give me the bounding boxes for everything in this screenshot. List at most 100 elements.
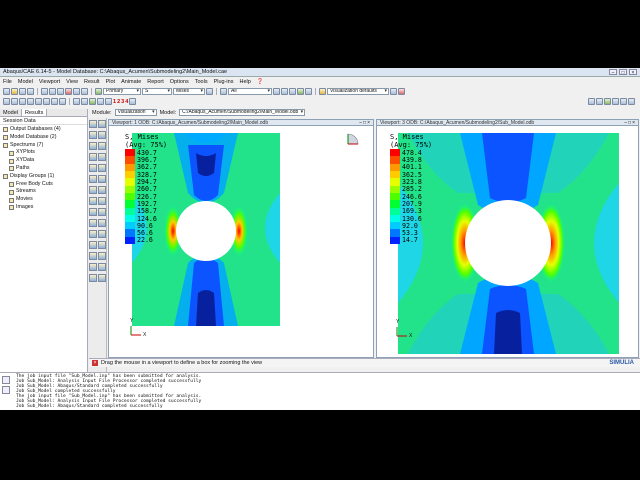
hidden-line-icon[interactable] <box>289 88 296 95</box>
plot-contours-icon[interactable] <box>89 131 97 139</box>
animation-options-icon[interactable] <box>628 98 635 105</box>
arrow-annotation-icon[interactable] <box>98 274 106 282</box>
step-number[interactable]: 3 <box>121 99 124 105</box>
color-edit-icon[interactable] <box>398 88 405 95</box>
save-icon[interactable] <box>19 88 26 95</box>
display-group-icon[interactable] <box>98 197 106 205</box>
iso-view-icon[interactable] <box>59 98 66 105</box>
step-first-icon[interactable] <box>105 98 112 105</box>
auto-fit-icon[interactable] <box>73 88 80 95</box>
visualization-defaults-select[interactable]: Visualization defaults <box>327 88 389 95</box>
viewport-1-controls[interactable]: –□× <box>359 120 371 126</box>
symbol-options-icon[interactable] <box>89 175 97 183</box>
text-annotation-icon[interactable] <box>89 274 97 282</box>
options-icon[interactable] <box>97 98 104 105</box>
render-style-icon[interactable] <box>273 88 280 95</box>
menu-view[interactable]: View <box>66 79 78 85</box>
tab-results[interactable]: Results <box>21 109 48 116</box>
menu-model[interactable]: Model <box>18 79 33 85</box>
tree-item[interactable]: Model Database (2) <box>3 134 87 142</box>
open-icon[interactable] <box>11 88 18 95</box>
create-field-output-icon[interactable] <box>98 241 106 249</box>
session-data-select[interactable]: Session Data <box>0 117 87 125</box>
view-cube-icon[interactable] <box>346 130 362 146</box>
free-body-cut-icon[interactable] <box>89 230 97 238</box>
tree-item[interactable]: Output Databases (4) <box>3 126 87 134</box>
query-icon[interactable] <box>89 208 97 216</box>
animate-icon[interactable] <box>89 153 97 161</box>
menu-tools[interactable]: Tools <box>195 79 208 85</box>
selection-filter-select[interactable]: All <box>228 88 272 95</box>
back-view-icon[interactable] <box>43 98 50 105</box>
step-number[interactable]: 4 <box>125 99 128 105</box>
menu-report[interactable]: Report <box>147 79 164 85</box>
field-output-icon[interactable] <box>95 88 102 95</box>
tree-item[interactable]: Paths <box>3 165 87 173</box>
select-filter-icon[interactable] <box>220 88 227 95</box>
tree-item[interactable]: Free Body Cuts <box>3 181 87 189</box>
front-view-icon[interactable] <box>35 98 42 105</box>
xy-plot-icon[interactable] <box>98 186 106 194</box>
tree-item[interactable]: Streams <box>3 188 87 196</box>
allow-multiple-plot-states-icon[interactable] <box>98 142 106 150</box>
message-area-icon[interactable] <box>2 376 10 384</box>
menu-file[interactable]: File <box>3 79 12 85</box>
parallel-icon[interactable] <box>81 98 88 105</box>
menu-result[interactable]: Result <box>84 79 100 85</box>
step-number[interactable]: 1 <box>113 99 116 105</box>
step-number[interactable]: 2 <box>117 99 120 105</box>
tree-item[interactable]: Display Groups (1) <box>3 173 87 181</box>
frame-last-icon[interactable] <box>620 98 627 105</box>
minimize-button[interactable]: – <box>609 69 617 76</box>
tile-horizontal-icon[interactable] <box>11 98 18 105</box>
tree-item[interactable]: Movies <box>3 196 87 204</box>
tree-item[interactable]: XYData <box>3 157 87 165</box>
plot-deformed-icon[interactable] <box>98 120 106 128</box>
contour-options-icon[interactable] <box>98 164 106 172</box>
common-options-icon[interactable] <box>89 164 97 172</box>
rotate-icon[interactable] <box>49 88 56 95</box>
menu-plot[interactable]: Plot <box>106 79 115 85</box>
frame-next-icon[interactable] <box>612 98 619 105</box>
magnify-icon[interactable] <box>57 88 64 95</box>
help-query-icon[interactable]: ❓ <box>257 79 264 85</box>
frame-first-icon[interactable] <box>588 98 595 105</box>
cascade-icon[interactable] <box>27 98 34 105</box>
viewport-3-controls[interactable]: –□× <box>624 120 636 126</box>
menu-viewport[interactable]: Viewport <box>39 79 60 85</box>
viewport-3[interactable]: Viewport: 3 ODB: C:/Abaqus_Acumen/Submod… <box>376 119 639 358</box>
tab-model[interactable]: Model <box>0 109 22 116</box>
menu-options[interactable]: Options <box>170 79 189 85</box>
wireframe-icon[interactable] <box>281 88 288 95</box>
visualization-defaults-icon[interactable] <box>319 88 326 95</box>
step-options-icon[interactable] <box>129 98 137 105</box>
layer-manager-icon[interactable] <box>89 263 97 271</box>
box-zoom-icon[interactable] <box>65 88 72 95</box>
module-select[interactable]: Visualization <box>114 109 157 116</box>
tree-item[interactable]: Spectrums (7) <box>3 142 87 150</box>
filled-icon[interactable] <box>297 88 304 95</box>
model-select[interactable]: C:/Abaqus_Acumen/Submodeling2/Main_Model… <box>179 109 306 116</box>
cycle-views-icon[interactable] <box>81 88 88 95</box>
ply-stack-icon[interactable] <box>98 175 106 183</box>
translucency-icon[interactable] <box>89 98 96 105</box>
output-position-select[interactable]: Primary <box>103 88 141 95</box>
menu-help[interactable]: Help <box>239 79 250 85</box>
probe-icon[interactable] <box>98 208 106 216</box>
new-icon[interactable] <box>3 88 10 95</box>
path-create-icon[interactable] <box>89 197 97 205</box>
frame-prev-icon[interactable] <box>596 98 603 105</box>
play-icon[interactable] <box>604 98 611 105</box>
viewport-annotation-icon[interactable] <box>98 263 106 271</box>
color-code-icon[interactable] <box>89 252 97 260</box>
report-icon[interactable] <box>89 241 97 249</box>
animate-time-history-icon[interactable] <box>98 153 106 161</box>
shaded-icon[interactable] <box>305 88 312 95</box>
cancel-procedure-icon[interactable]: × <box>92 360 98 366</box>
maximize-button[interactable]: □ <box>619 69 627 76</box>
plot-symbols-icon[interactable] <box>98 131 106 139</box>
variable-select[interactable]: S <box>142 88 172 95</box>
top-view-icon[interactable] <box>51 98 58 105</box>
plot-material-orientation-icon[interactable] <box>89 142 97 150</box>
color-code-icon[interactable] <box>390 88 397 95</box>
